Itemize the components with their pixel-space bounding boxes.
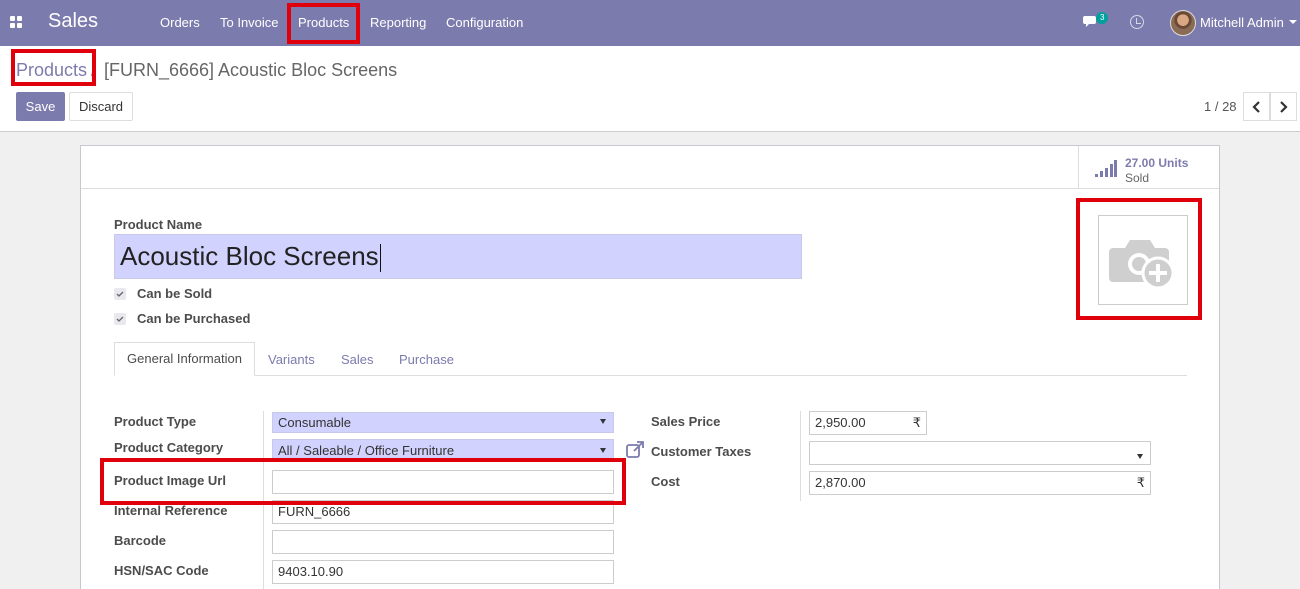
control-panel: Products / [FURN_6666] Acoustic Bloc Scr… [0, 46, 1300, 132]
breadcrumb-current: [FURN_6666] Acoustic Bloc Screens [104, 60, 398, 80]
product-category-select[interactable]: All / Saleable / Office Furniture [272, 439, 614, 462]
cost-label: Cost [651, 474, 680, 489]
caret-down-icon [1137, 454, 1143, 459]
external-link-icon[interactable] [626, 441, 646, 459]
units-sold-value: 27.00 Units [1125, 156, 1189, 170]
check-icon [116, 291, 124, 297]
internal-reference-input[interactable]: FURN_6666 [272, 500, 614, 524]
caret-down-icon [600, 448, 606, 453]
user-name[interactable]: Mitchell Admin [1200, 15, 1284, 30]
tab-purchase[interactable]: Purchase [399, 352, 454, 367]
pager-previous-button[interactable] [1243, 92, 1270, 121]
customer-taxes-label: Customer Taxes [651, 444, 752, 459]
left-column-separator [263, 411, 264, 589]
product-name-label: Product Name [114, 217, 203, 232]
menu-to-invoice[interactable]: To Invoice [220, 15, 279, 30]
discard-button[interactable]: Discard [69, 92, 133, 121]
barcode-input[interactable] [272, 530, 614, 554]
button-box: 27.00 Units Sold [81, 146, 1219, 189]
tab-general-information[interactable]: General Information [114, 342, 255, 376]
product-image-url-input[interactable] [272, 470, 614, 494]
menu-reporting[interactable]: Reporting [370, 15, 426, 30]
pager-value[interactable]: 1 / 28 [1204, 99, 1237, 114]
clock-icon[interactable] [1130, 15, 1144, 29]
menu-configuration[interactable]: Configuration [446, 15, 523, 30]
form-sheet: 27.00 Units Sold Product Name Acoustic B… [80, 145, 1220, 589]
caret-down-icon [600, 419, 606, 424]
apps-grid-icon[interactable] [10, 16, 23, 29]
chevron-left-icon [1252, 101, 1260, 113]
product-image-upload[interactable] [1098, 215, 1188, 305]
tab-variants[interactable]: Variants [268, 352, 315, 367]
can-be-sold-checkbox[interactable] [114, 288, 126, 300]
chat-count-badge: 3 [1096, 12, 1109, 24]
tab-sales[interactable]: Sales [341, 352, 374, 367]
chevron-right-icon [1280, 101, 1288, 113]
rupee-icon: ₹ [1136, 475, 1145, 490]
hsn-sac-code-label: HSN/SAC Code [114, 563, 209, 578]
cost-input[interactable]: 2,870.00 ₹ [809, 471, 1151, 495]
chevron-down-icon [1289, 20, 1297, 24]
hsn-sac-code-input[interactable]: 9403.10.90 [272, 560, 614, 584]
check-icon [116, 316, 124, 322]
can-be-purchased-label: Can be Purchased [137, 311, 251, 326]
sales-price-label: Sales Price [651, 414, 721, 429]
product-type-select[interactable]: Consumable [272, 412, 614, 433]
tabs-divider [114, 375, 1187, 376]
breadcrumb-separator: / [91, 60, 97, 80]
sales-price-input[interactable]: 2,950.00 ₹ [809, 411, 927, 435]
can-be-purchased-checkbox[interactable] [114, 313, 126, 325]
product-type-label: Product Type [114, 414, 197, 429]
product-category-label: Product Category [114, 440, 224, 455]
pager-next-button[interactable] [1270, 92, 1297, 121]
menu-orders[interactable]: Orders [160, 15, 200, 30]
can-be-sold-label: Can be Sold [137, 286, 213, 301]
menu-products[interactable]: Products [298, 15, 349, 30]
internal-reference-label: Internal Reference [114, 503, 228, 518]
units-sold-button[interactable]: 27.00 Units Sold [1078, 146, 1219, 189]
breadcrumb-products[interactable]: Products [16, 60, 87, 81]
rupee-icon: ₹ [912, 415, 921, 430]
product-name-input[interactable]: Acoustic Bloc Screens [114, 234, 802, 279]
barcode-label: Barcode [114, 533, 167, 548]
avatar[interactable] [1170, 10, 1196, 36]
units-sold-label: Sold [1125, 171, 1150, 185]
customer-taxes-select[interactable] [809, 441, 1151, 465]
product-image-url-label: Product Image Url [114, 473, 226, 488]
app-name[interactable]: Sales [48, 10, 98, 33]
camera-add-icon [1109, 240, 1175, 290]
signal-bars-icon [1095, 160, 1117, 177]
right-column-separator [800, 411, 801, 501]
save-button[interactable]: Save [16, 92, 65, 121]
top-navbar: Sales Orders To Invoice Products Reporti… [0, 0, 1300, 46]
